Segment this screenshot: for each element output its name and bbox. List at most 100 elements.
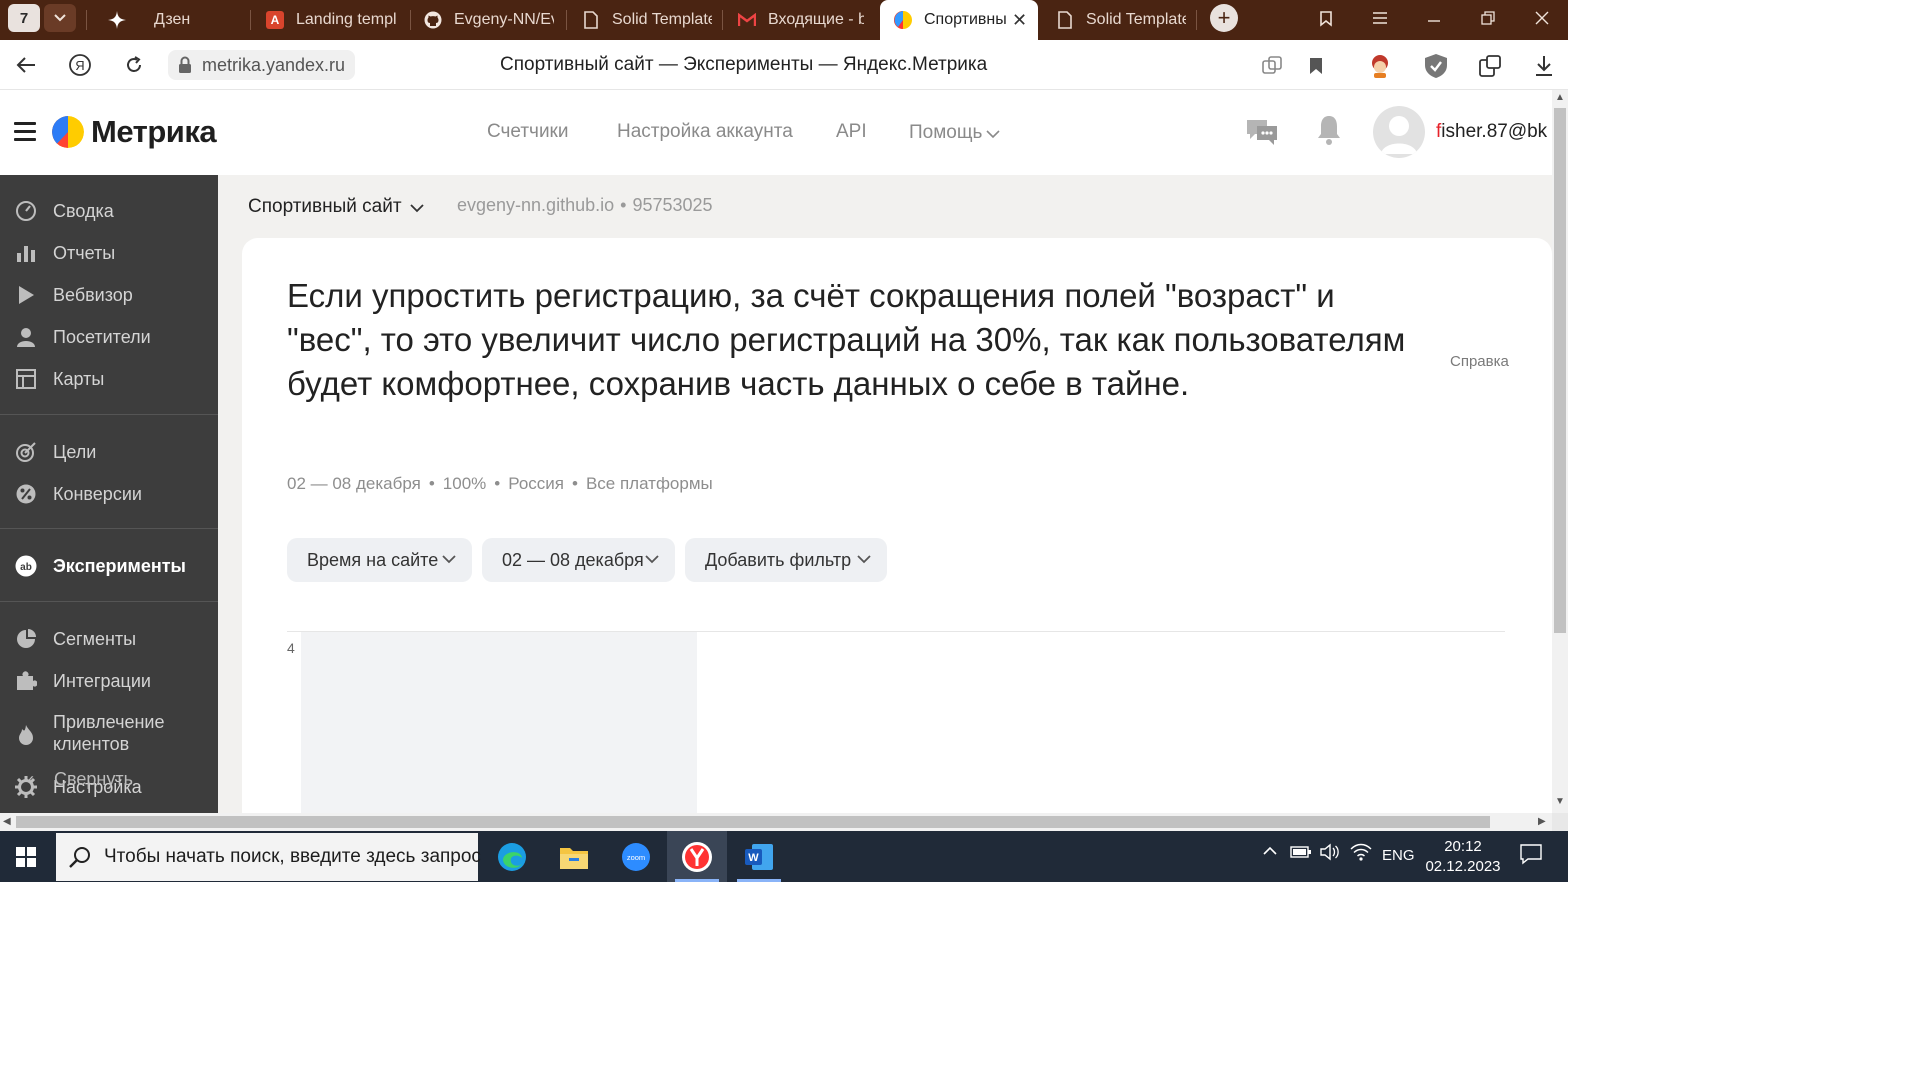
vertical-scroll-thumb[interactable] (1554, 108, 1566, 633)
play-icon (14, 283, 38, 307)
show-hidden-icons-chevron-icon[interactable] (1262, 843, 1278, 863)
nav-account-settings[interactable]: Настройка аккаунта (617, 121, 793, 143)
sidebar-item-reports[interactable]: Отчеты (0, 241, 218, 265)
url-field[interactable]: metrika.yandex.ru (168, 50, 356, 80)
zen-icon (108, 11, 126, 29)
hamburger-menu-icon[interactable] (14, 122, 36, 141)
account-name[interactable]: fisher.87@bk (1436, 121, 1547, 143)
sidebar-item-goals[interactable]: Цели (0, 440, 218, 464)
brand-title[interactable]: Метрика (91, 114, 217, 150)
vertical-scrollbar[interactable]: ▲ ▼ (1552, 90, 1568, 813)
sidebar-item-conversions[interactable]: Конверсии (0, 482, 218, 506)
windows-start-icon[interactable] (0, 831, 52, 882)
experiment-meta-row: 02 — 08 декабря • 100% • Россия • Все платформ… (287, 474, 713, 493)
reload-icon[interactable] (120, 51, 148, 79)
search-icon (68, 845, 92, 869)
sidebar-item-integrations[interactable]: Интеграции (0, 669, 218, 693)
bookmark-icon[interactable] (1302, 52, 1330, 80)
sidebar-item-summary[interactable]: Сводка (0, 199, 218, 223)
sidebar-item-label: Интеграции (53, 671, 151, 691)
restore-icon[interactable] (1474, 6, 1502, 30)
protect-shield-icon[interactable] (1422, 52, 1450, 80)
scroll-up-arrow-icon[interactable]: ▲ (1555, 92, 1565, 103)
sidebar-item-label: Привлечение клиентов (53, 712, 165, 754)
bell-icon[interactable] (1316, 114, 1342, 151)
horizontal-scroll-thumb[interactable] (16, 816, 1490, 828)
nav-api[interactable]: API (836, 121, 867, 143)
scroll-right-arrow-icon[interactable]: ▶ (1538, 816, 1546, 827)
zoom-app-icon[interactable]: zoom (606, 831, 666, 882)
volume-icon[interactable] (1320, 843, 1340, 865)
sidebar-item-maps[interactable]: Карты (0, 367, 218, 391)
sidebar-item-visitors[interactable]: Посетители (0, 325, 218, 349)
browser-tab[interactable]: Evgeny-NN/Ev (424, 2, 562, 38)
counter-domain: evgeny-nn.github.io (457, 195, 615, 215)
yandex-browser-icon[interactable] (667, 831, 727, 882)
collections-icon[interactable] (1312, 6, 1340, 30)
tab-label: Входящие - b (768, 11, 864, 28)
new-tab-plus-icon[interactable]: + (1210, 4, 1238, 32)
filter-label: Добавить фильтр (705, 549, 852, 570)
browser-menu-icon[interactable] (1366, 6, 1394, 30)
wifi-icon[interactable] (1350, 843, 1372, 865)
sidebar-item-experiments[interactable]: ab Эксперименты (0, 554, 218, 578)
meta-period: 02 — 08 декабря (287, 474, 421, 493)
extensions-icon[interactable] (1476, 52, 1504, 80)
sidebar-item-webvisor[interactable]: Вебвизор (0, 283, 218, 307)
browser-tab[interactable]: Solid Template (1056, 2, 1190, 38)
scroll-down-arrow-icon[interactable]: ▼ (1555, 796, 1565, 807)
tab-label: Evgeny-NN/Ev (454, 11, 554, 28)
extension-avatar-icon[interactable] (1366, 52, 1394, 80)
word-app-icon[interactable]: W (729, 831, 789, 882)
sidebar-item-acquisition[interactable]: Привлечение клиентов (0, 711, 218, 757)
browser-tab-active[interactable]: Спортивны ✕ (880, 0, 1038, 40)
scroll-left-arrow-icon[interactable]: ◀ (3, 816, 11, 827)
collapse-sidebar-button[interactable]: ‹ Свернуть (28, 769, 133, 790)
browser-tab[interactable]: Входящие - b (738, 2, 868, 38)
date-range-button[interactable]: 02 — 08 декабря (482, 538, 675, 582)
close-window-icon[interactable] (1528, 6, 1556, 30)
browser-tab[interactable]: Дзен (108, 2, 258, 38)
chevron-down-icon (409, 197, 424, 219)
collapse-label: Свернуть (54, 769, 133, 789)
sidebar-item-label: Эксперименты (53, 556, 186, 576)
meta-platforms: Все платформы (585, 474, 713, 493)
system-clock[interactable]: 20:12 02.12.2023 (1420, 837, 1506, 877)
back-arrow-icon[interactable] (12, 51, 40, 79)
taskbar-search-input[interactable]: Чтобы начать поиск, введите здесь запрос (56, 833, 481, 881)
close-tab-icon[interactable]: ✕ (1012, 10, 1027, 31)
minimize-icon[interactable] (1420, 6, 1448, 30)
mail-icon (738, 11, 756, 29)
sidebar-item-segments[interactable]: Сегменты (0, 627, 218, 651)
battery-icon[interactable] (1290, 845, 1312, 863)
app-header: Метрика Счетчики Настройка аккаунта API … (0, 90, 1552, 175)
yandex-home-icon[interactable]: Я (66, 51, 94, 79)
download-icon[interactable] (1530, 52, 1558, 80)
tab-label: Дзен (154, 11, 191, 28)
input-language-indicator[interactable]: ENG (1382, 847, 1415, 864)
metric-select-button[interactable]: Время на сайте (287, 538, 472, 582)
nav-help[interactable]: Помощь (909, 121, 1000, 145)
notifications-icon[interactable] (1520, 843, 1542, 869)
nav-counters[interactable]: Счетчики (487, 121, 568, 143)
tab-label: Solid Template (612, 11, 712, 28)
counter-selector[interactable]: Спортивный сайт (248, 195, 424, 219)
add-filter-button[interactable]: Добавить фильтр (685, 538, 887, 582)
experiment-hypothesis-title: Если упростить регистрацию, за счёт сокр… (287, 277, 1406, 402)
metrika-logo-icon[interactable] (52, 116, 84, 148)
browser-tab[interactable]: A Landing templ (266, 2, 412, 38)
chat-icon[interactable] (1245, 116, 1279, 153)
browser-tab[interactable]: Solid Template (582, 2, 716, 38)
file-explorer-icon[interactable] (544, 831, 604, 882)
translate-page-icon[interactable] (1258, 52, 1286, 80)
tab-list-chevron-icon[interactable] (44, 4, 76, 32)
edge-app-icon[interactable] (482, 831, 542, 882)
svg-text:Я: Я (75, 58, 84, 73)
sidebar-item-label: Вебвизор (53, 285, 133, 305)
address-bar: Я metrika.yandex.ru Спортивный сайт — Эк… (0, 40, 1568, 90)
target-icon (14, 440, 38, 464)
horizontal-scrollbar[interactable]: ◀ ▶ (0, 813, 1552, 831)
user-avatar[interactable] (1373, 106, 1425, 158)
tab-count-button[interactable]: 7 (8, 4, 40, 32)
help-link[interactable]: Справка (1450, 353, 1509, 370)
